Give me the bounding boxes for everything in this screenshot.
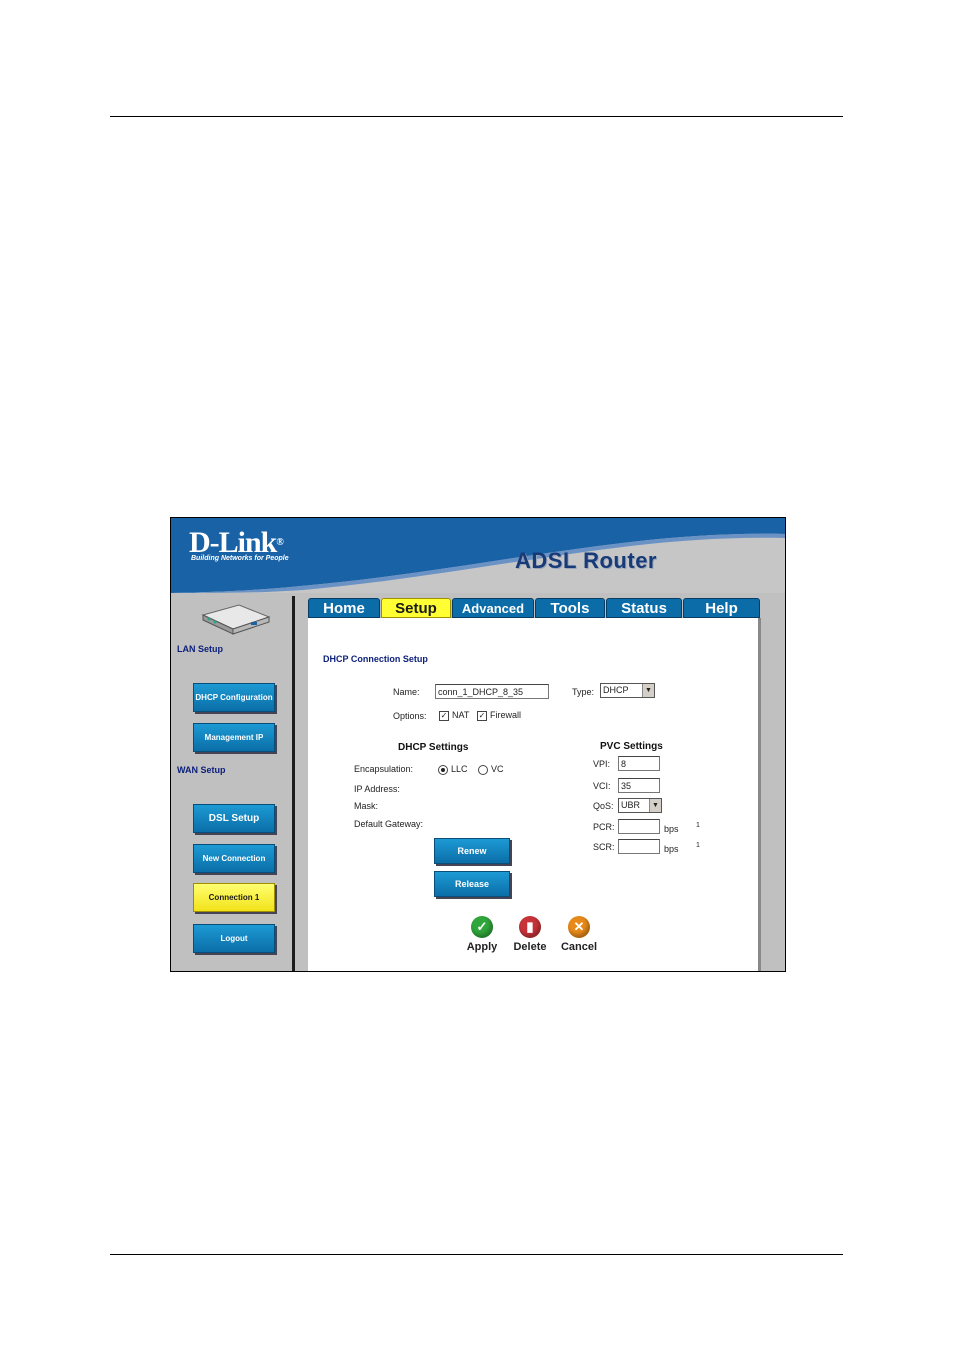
close-icon: ✕ — [568, 916, 590, 938]
apply-button[interactable]: ✓ Apply — [460, 916, 504, 953]
dlink-logo: D-Link® — [189, 526, 284, 559]
dhcp-settings-heading: DHCP Settings — [398, 742, 469, 753]
vci-label: VCI: — [593, 781, 611, 791]
sidebar: LAN Setup DHCP Configuration Management … — [171, 593, 294, 971]
vc-radio[interactable] — [478, 764, 488, 775]
page-title: DHCP Connection Setup — [323, 654, 428, 664]
ip-address-label: IP Address: — [354, 784, 400, 794]
qos-label: QoS: — [593, 801, 614, 811]
cancel-button[interactable]: ✕ Cancel — [557, 916, 601, 953]
main-panel: DHCP Connection Setup Name: conn_1_DHCP_… — [308, 618, 761, 971]
connection-1-button[interactable]: Connection 1 — [193, 883, 275, 912]
encapsulation-label: Encapsulation: — [354, 764, 414, 774]
firewall-label: Firewall — [490, 710, 522, 720]
type-label: Type: — [572, 687, 595, 697]
top-page-rule — [110, 116, 843, 117]
qos-select-value: UBR — [621, 800, 641, 810]
delete-label: Delete — [513, 941, 547, 953]
chevron-down-icon: ▼ — [642, 684, 654, 697]
wan-setup-label: WAN Setup — [177, 765, 226, 775]
tab-advanced[interactable]: Advanced — [452, 598, 534, 618]
header-banner: D-Link® Building Networks for People ADS… — [171, 518, 785, 593]
pcr-field[interactable] — [618, 819, 660, 834]
checkmark-icon: ✓ — [471, 916, 493, 938]
options-label: Options: — [393, 711, 427, 721]
llc-label: LLC — [451, 764, 468, 774]
qos-select[interactable]: UBR ▼ — [618, 798, 662, 813]
sidebar-divider — [292, 596, 295, 971]
dsl-setup-button[interactable]: DSL Setup — [193, 804, 275, 833]
mask-label: Mask: — [354, 801, 379, 811]
renew-button[interactable]: Renew — [434, 838, 510, 864]
chevron-down-icon: ▼ — [649, 799, 661, 812]
pvc-settings-heading: PVC Settings — [600, 741, 663, 752]
product-title: ADSL Router — [515, 548, 657, 573]
nav-tabs: Home Setup Advanced Tools Status Help — [308, 598, 760, 618]
scr-note: 1 — [696, 842, 700, 849]
nat-checkbox[interactable]: ✓ — [439, 710, 449, 721]
llc-radio[interactable] — [438, 764, 448, 775]
apply-label: Apply — [466, 941, 498, 953]
logout-button[interactable]: Logout — [193, 924, 275, 953]
tab-tools[interactable]: Tools — [535, 598, 605, 618]
bottom-page-rule — [110, 1254, 843, 1255]
vc-option[interactable]: VC — [478, 764, 504, 775]
tab-status[interactable]: Status — [606, 598, 682, 618]
tab-setup[interactable]: Setup — [381, 598, 451, 618]
vpi-field[interactable]: 8 — [618, 756, 660, 771]
vci-field[interactable]: 35 — [618, 778, 660, 793]
pcr-note: 1 — [696, 822, 700, 829]
router-device-icon — [199, 603, 271, 640]
release-button[interactable]: Release — [434, 871, 510, 897]
type-select[interactable]: DHCP ▼ — [600, 683, 655, 698]
llc-option[interactable]: LLC — [438, 764, 468, 775]
nat-option[interactable]: ✓ NAT — [439, 710, 469, 721]
name-label: Name: — [393, 687, 420, 697]
tab-home[interactable]: Home — [308, 598, 380, 618]
cancel-label: Cancel — [560, 941, 598, 953]
name-field[interactable]: conn_1_DHCP_8_35 — [435, 684, 549, 699]
firewall-checkbox[interactable]: ✓ — [477, 710, 487, 721]
firewall-option[interactable]: ✓ Firewall — [477, 710, 521, 721]
tab-help[interactable]: Help — [683, 598, 760, 618]
trash-icon: ▮ — [519, 916, 541, 938]
vpi-label: VPI: — [593, 759, 611, 769]
pcr-unit: bps — [664, 824, 679, 834]
scr-label: SCR: — [593, 842, 615, 852]
nat-label: NAT — [452, 710, 470, 720]
scr-field[interactable] — [618, 839, 660, 854]
scr-unit: bps — [664, 844, 679, 854]
new-connection-button[interactable]: New Connection — [193, 844, 275, 873]
dhcp-configuration-button[interactable]: DHCP Configuration — [193, 683, 275, 712]
lan-setup-label: LAN Setup — [177, 644, 223, 654]
management-ip-button[interactable]: Management IP — [193, 723, 275, 752]
pcr-label: PCR: — [593, 822, 615, 832]
default-gateway-label: Default Gateway: — [354, 819, 424, 829]
router-screenshot: D-Link® Building Networks for People ADS… — [170, 517, 786, 972]
logo-tagline: Building Networks for People — [191, 555, 289, 562]
delete-button[interactable]: ▮ Delete — [508, 916, 552, 953]
vc-label: VC — [491, 764, 504, 774]
type-select-value: DHCP — [603, 685, 629, 695]
